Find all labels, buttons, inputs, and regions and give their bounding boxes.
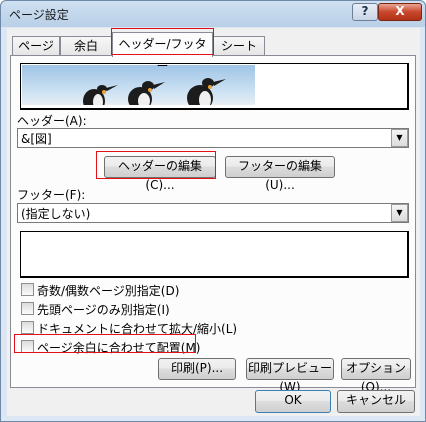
header-combo[interactable]: &[図] ▼ (17, 128, 409, 148)
tab-header-footer[interactable]: ヘッダー/フッター (112, 32, 213, 73)
edit-footer-button[interactable]: フッターの編集(U)... (225, 156, 335, 192)
footer-combo[interactable]: (指定しない) ▼ (17, 203, 409, 223)
ok-button[interactable]: OK (255, 390, 331, 413)
penguins-image (22, 65, 255, 105)
header-preview (20, 63, 409, 110)
dialog-body: ページ 余白 ヘッダー/フッター シート ヘッダー(A): &[図] ▼ ヘッダ… (7, 28, 420, 416)
title-bar: ページ設定 ? X (1, 1, 425, 27)
checkbox-icon[interactable] (21, 321, 34, 334)
checkbox-icon[interactable] (21, 340, 34, 353)
tab-page[interactable]: ページ (12, 36, 60, 56)
edit-header-button[interactable]: ヘッダーの編集(C)... (104, 156, 216, 192)
option-label: ドキュメントに合わせて拡大/縮小(L) (37, 322, 238, 336)
print-preview-button[interactable]: 印刷プレビュー(W) (246, 358, 334, 394)
header-value: &[図] (21, 132, 52, 146)
page-setup-dialog: ページ設定 ? X ページ 余白 ヘッダー/フッター シート ヘッダー(A): … (0, 0, 426, 422)
footer-label: フッター(F): (17, 188, 86, 202)
footer-value: (指定しない) (21, 207, 91, 221)
close-button[interactable]: X (378, 3, 422, 21)
help-button[interactable]: ? (352, 3, 378, 21)
window-title: ページ設定 (9, 8, 69, 22)
footer-preview (20, 231, 409, 278)
option-label: ページ余白に合わせて配置(M) (37, 341, 201, 355)
tab-margins[interactable]: 余白 (60, 36, 112, 56)
option-label: 先頭ページのみ別指定(I) (37, 303, 170, 317)
cancel-button[interactable]: キャンセル (337, 390, 415, 413)
checkbox-icon[interactable] (21, 283, 34, 296)
checkbox-icon[interactable] (21, 302, 34, 315)
dropdown-arrow-icon[interactable]: ▼ (391, 204, 408, 222)
option-label: 奇数/偶数ページ別指定(D) (37, 284, 180, 298)
header-label: ヘッダー(A): (17, 114, 87, 128)
options-button[interactable]: オプション(O)... (341, 358, 411, 394)
dropdown-arrow-icon[interactable]: ▼ (391, 129, 408, 147)
tab-sheet[interactable]: シート (213, 36, 265, 56)
header-footer-panel: ヘッダー(A): &[図] ▼ ヘッダーの編集(C)... フッターの編集(U)… (10, 55, 416, 394)
print-button[interactable]: 印刷(P)... (158, 358, 236, 380)
